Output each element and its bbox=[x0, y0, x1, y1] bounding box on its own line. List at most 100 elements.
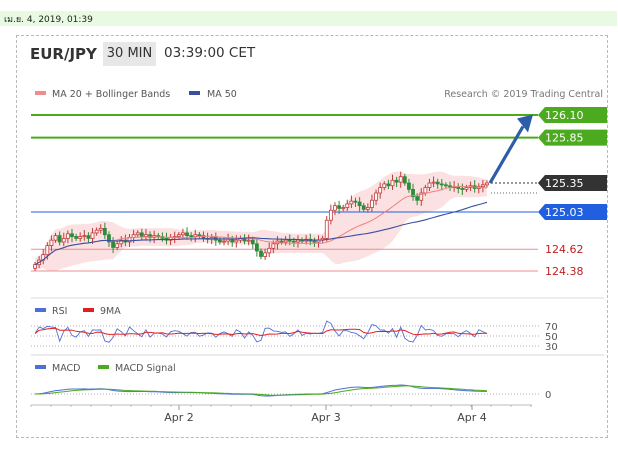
candle-body bbox=[337, 205, 341, 209]
candle-body bbox=[357, 201, 362, 207]
candle-body bbox=[102, 227, 107, 236]
candle-body bbox=[394, 179, 399, 183]
candle-body bbox=[480, 184, 485, 188]
candle-body bbox=[345, 203, 350, 208]
candle-body bbox=[218, 239, 222, 243]
candle-body bbox=[78, 236, 83, 239]
candle-body bbox=[407, 182, 411, 190]
candle-body bbox=[382, 183, 387, 188]
candle-body bbox=[328, 209, 333, 221]
candle-body bbox=[279, 240, 284, 243]
candle-body bbox=[263, 252, 268, 257]
rsi-panel: 705030 bbox=[31, 320, 558, 353]
candle-body bbox=[485, 182, 489, 186]
macd-signal-line bbox=[35, 385, 488, 396]
candle-body bbox=[361, 205, 366, 210]
x-tick-label: Apr 3 bbox=[311, 411, 341, 424]
candle-body bbox=[287, 239, 292, 242]
x-tick-label: Apr 4 bbox=[457, 411, 487, 424]
level-label-125.35: 125.35 bbox=[538, 175, 607, 192]
macd-signal-legend-swatch bbox=[98, 365, 109, 369]
ma20-legend-label: MA 20 + Bollinger Bands bbox=[52, 89, 170, 100]
candle-body bbox=[312, 240, 317, 243]
candle-body bbox=[349, 200, 354, 205]
candle-body bbox=[111, 241, 115, 248]
candle-body bbox=[246, 239, 251, 242]
candle-body bbox=[398, 176, 403, 183]
rsi-level-label: 30 bbox=[545, 342, 558, 353]
candle-body bbox=[45, 245, 50, 256]
candle-body bbox=[234, 239, 239, 243]
macd-panel: 0 bbox=[31, 384, 551, 401]
candle-body bbox=[185, 232, 189, 237]
candle-body bbox=[435, 181, 440, 185]
candle-body bbox=[176, 234, 181, 237]
candle-body bbox=[370, 199, 374, 208]
candle-body bbox=[144, 234, 148, 237]
candle bbox=[324, 216, 329, 242]
ma50-legend-swatch bbox=[189, 91, 200, 95]
candle-body bbox=[33, 264, 37, 269]
candle-body bbox=[386, 183, 391, 187]
candle-body bbox=[181, 232, 185, 236]
candle-body bbox=[86, 235, 91, 239]
candle-body bbox=[193, 234, 198, 237]
price-chart: MA 20 + Bollinger Bands MA 50 Research ©… bbox=[30, 89, 607, 424]
candle-body bbox=[197, 234, 202, 237]
ma20-legend-swatch bbox=[35, 91, 46, 95]
candle-body bbox=[324, 219, 329, 239]
candle-body bbox=[444, 184, 448, 187]
level-value: 124.62 bbox=[545, 243, 584, 256]
macd-legend-label: MACD bbox=[52, 363, 80, 374]
level-label-125.03: 125.03 bbox=[538, 204, 607, 221]
x-tick-label: Apr 2 bbox=[164, 411, 194, 424]
candle-body bbox=[353, 200, 358, 203]
candle-body bbox=[49, 239, 54, 247]
candle-body bbox=[460, 188, 465, 190]
forecast-arrow bbox=[488, 114, 533, 184]
candle-body bbox=[365, 207, 370, 210]
candle-body bbox=[291, 240, 296, 243]
level-label-126.10: 126.10 bbox=[538, 107, 607, 123]
candle-body bbox=[70, 233, 74, 237]
rsi-line bbox=[34, 320, 488, 343]
level-value: 126.10 bbox=[545, 109, 584, 122]
candle-body bbox=[57, 235, 62, 243]
candle-body bbox=[135, 232, 140, 236]
arrow-shaft bbox=[488, 125, 525, 184]
macd-zero-label: 0 bbox=[545, 390, 551, 401]
level-value: 125.35 bbox=[545, 177, 584, 190]
candle-body bbox=[427, 182, 432, 188]
level-label-124.62: 124.62 bbox=[545, 243, 584, 256]
level-label-124.38: 124.38 bbox=[545, 265, 584, 278]
candle-body bbox=[74, 236, 78, 239]
level-value: 125.03 bbox=[545, 206, 584, 219]
candle-body bbox=[341, 207, 346, 209]
macd-signal-legend-label: MACD Signal bbox=[115, 363, 176, 374]
candle-body bbox=[189, 235, 194, 238]
candle-body bbox=[374, 192, 378, 201]
candle-body bbox=[94, 229, 99, 234]
candle-body bbox=[296, 239, 300, 243]
candle-body bbox=[423, 187, 428, 194]
candle-body bbox=[390, 179, 395, 187]
candle-body bbox=[65, 233, 70, 239]
candle-body bbox=[226, 238, 231, 242]
candle-body bbox=[53, 235, 58, 241]
candle-body bbox=[464, 187, 469, 190]
ma9-legend-swatch bbox=[83, 308, 94, 312]
research-credit: Research © 2019 Trading Central bbox=[444, 89, 603, 100]
candle-body bbox=[439, 183, 444, 186]
candle-body bbox=[259, 250, 263, 257]
candle-body bbox=[250, 239, 255, 245]
ma9-legend-label: 9MA bbox=[100, 306, 121, 317]
level-value: 124.38 bbox=[545, 265, 584, 278]
candle-body bbox=[415, 196, 420, 201]
candle-body bbox=[230, 238, 235, 243]
candle-body bbox=[267, 247, 272, 254]
candle-body bbox=[378, 187, 383, 194]
x-axis-ticks: Apr 2 Apr 3 Apr 4 bbox=[30, 405, 532, 424]
price-level-labels: 126.10 125.85 125.35 125.03 124.62 124.38 bbox=[538, 107, 607, 278]
ma50-legend-label: MA 50 bbox=[207, 89, 237, 100]
candle-body bbox=[90, 232, 95, 239]
